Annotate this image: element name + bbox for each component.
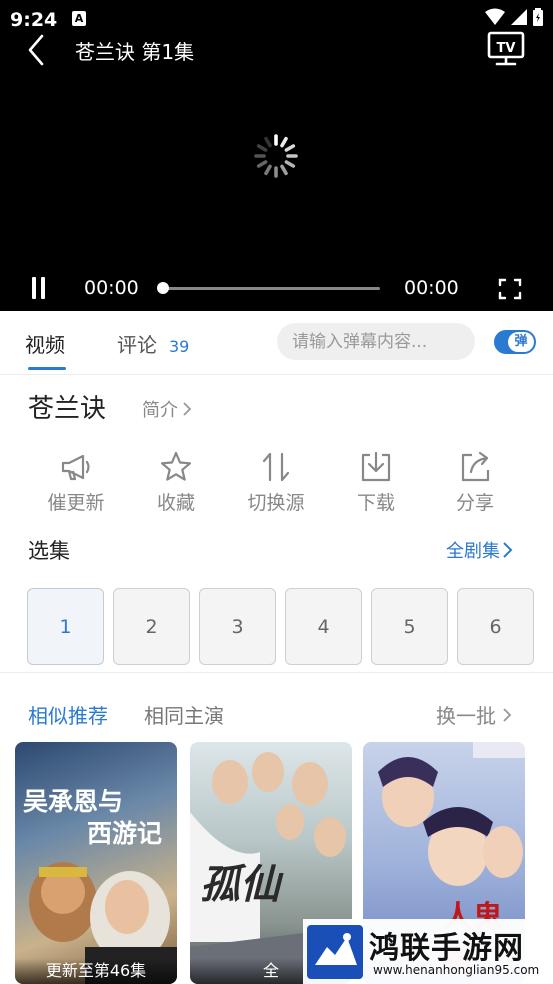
- intro-link-label: 简介: [142, 400, 178, 421]
- refresh-button[interactable]: 换一批: [436, 700, 512, 729]
- status-icons: [485, 8, 543, 26]
- tv-cast-icon[interactable]: TV: [486, 30, 526, 68]
- current-time: 00:00: [84, 277, 139, 299]
- notification-icon: A: [72, 11, 86, 26]
- total-time: 00:00: [404, 277, 459, 299]
- poster-title: 吴承恩与: [23, 787, 124, 816]
- video-player[interactable]: 9:24 A 苍兰诀 第1集 TV 00:00 00:00: [0, 0, 553, 311]
- episode-button[interactable]: 4: [285, 588, 362, 665]
- tab-same-cast[interactable]: 相同主演: [144, 700, 224, 729]
- tv-icon-text: TV: [497, 41, 516, 56]
- watermark-url: www.henanhonglian95.com: [373, 963, 540, 977]
- show-title: 苍兰诀: [28, 394, 107, 424]
- remind-update-label: 催更新: [47, 492, 105, 514]
- download-button[interactable]: 下载: [331, 450, 421, 515]
- swap-icon: [262, 452, 290, 482]
- poster-subtitle: 西游记: [87, 819, 163, 848]
- danmu-toggle[interactable]: 弹: [494, 330, 536, 354]
- danmu-toggle-label: 弹: [508, 332, 534, 352]
- battery-icon: [533, 8, 543, 26]
- section-divider: [0, 672, 553, 673]
- loading-spinner-icon: [254, 134, 298, 178]
- chevron-right-icon: [503, 707, 512, 722]
- episode-button[interactable]: 1: [27, 588, 104, 665]
- favorite-button[interactable]: 收藏: [131, 450, 221, 515]
- action-bar: 催更新 收藏 切换源 下载 分享: [0, 450, 553, 520]
- favorite-label: 收藏: [156, 492, 195, 514]
- tab-similar[interactable]: 相似推荐: [28, 700, 108, 729]
- chevron-right-icon: [183, 402, 192, 416]
- watermark-logo: [307, 925, 363, 979]
- signal-icon: [511, 9, 527, 25]
- tab-bar: 视频 评论 39 弹: [0, 311, 553, 375]
- download-icon: [361, 451, 391, 482]
- tab-active-indicator: [28, 367, 66, 370]
- pause-icon[interactable]: [26, 274, 52, 302]
- watermark-text: 鸿联手游网: [369, 931, 524, 966]
- all-episodes-label: 全剧集: [446, 541, 500, 562]
- tab-video[interactable]: 视频: [25, 329, 65, 358]
- progress-bar[interactable]: [162, 287, 380, 290]
- poster-badge: 更新至第46集: [15, 958, 177, 984]
- all-episodes-link[interactable]: 全剧集: [446, 537, 514, 563]
- share-button[interactable]: 分享: [430, 450, 520, 515]
- megaphone-icon: [61, 454, 90, 481]
- episode-button[interactable]: 6: [457, 588, 534, 665]
- poster-art: [29, 862, 177, 984]
- download-label: 下载: [356, 492, 395, 514]
- refresh-label: 换一批: [436, 704, 496, 728]
- episodes-header: 选集: [28, 539, 70, 563]
- status-time: 9:24: [10, 9, 58, 31]
- danmu-input[interactable]: [277, 323, 475, 360]
- star-icon: [160, 451, 192, 481]
- switch-source-label: 切换源: [247, 492, 305, 514]
- status-bar: 9:24 A: [0, 0, 553, 38]
- remind-update-button[interactable]: 催更新: [31, 450, 121, 515]
- back-arrow-icon[interactable]: [20, 30, 54, 70]
- fullscreen-icon[interactable]: [498, 278, 522, 300]
- share-icon: [461, 451, 490, 482]
- progress-knob[interactable]: [157, 282, 169, 294]
- share-label: 分享: [455, 492, 494, 514]
- watermark: 鸿联手游网 www.henanhonglian95.com: [303, 919, 553, 984]
- chevron-right-icon: [503, 542, 513, 558]
- comment-count-badge: 39: [169, 337, 190, 356]
- episode-button[interactable]: 3: [199, 588, 276, 665]
- episode-list: 1 2 3 4 5 6: [27, 588, 553, 666]
- poster-card[interactable]: 吴承恩与 西游记 更新至第46集: [15, 742, 177, 984]
- wifi-icon: [485, 8, 505, 25]
- episode-button[interactable]: 2: [113, 588, 190, 665]
- video-title: 苍兰诀 第1集: [75, 40, 195, 64]
- switch-source-button[interactable]: 切换源: [231, 450, 321, 515]
- poster-title: 孤仙: [200, 861, 280, 908]
- tab-comment[interactable]: 评论: [117, 329, 157, 358]
- intro-link[interactable]: 简介: [142, 396, 192, 422]
- episode-button[interactable]: 5: [371, 588, 448, 665]
